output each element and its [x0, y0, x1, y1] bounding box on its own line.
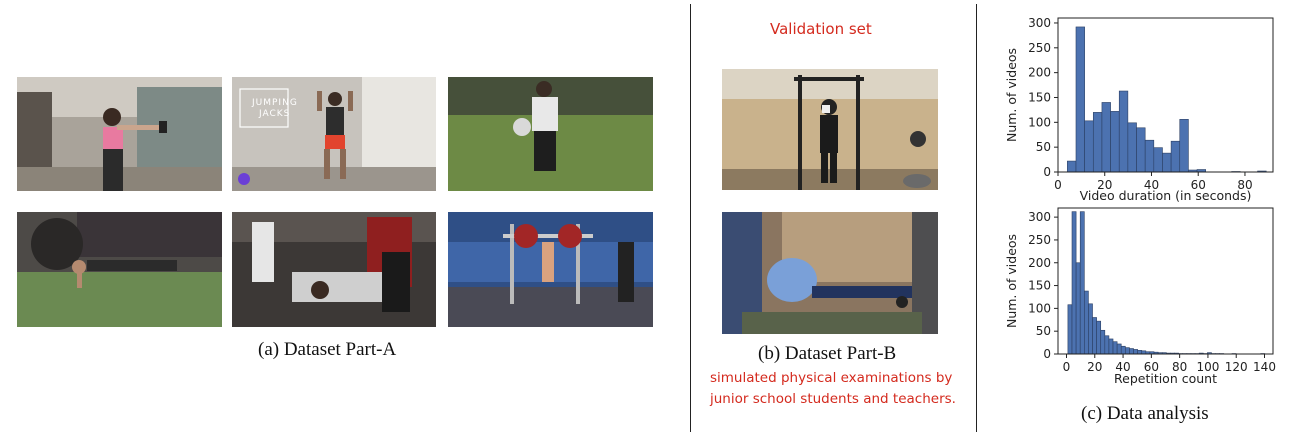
- repetition-histogram: 0 20 40 60 80 100 120 140 0 50 100 150 200 250 300 Repe…: [990, 202, 1290, 400]
- duration-histogram: 0 20 40 60 80 0 50 100 150 200 250 300 Video duratio…: [990, 6, 1290, 206]
- histogram-bar: [1071, 211, 1077, 355]
- histogram-bar: [1179, 119, 1189, 173]
- repetition-histogram-svg: 0 20 40 60 80 100 120 140050100150200250300Repe…: [1004, 207, 1276, 386]
- part-a-caption: (a) Dataset Part-A: [258, 339, 397, 360]
- y-tick-label: 100: [1028, 301, 1051, 315]
- histogram-bar: [1110, 111, 1120, 173]
- duration-histogram-svg: 0 20 40 60 80050100150200250300Video duratio…: [1004, 16, 1274, 203]
- y-tick-label: 300: [1028, 16, 1051, 30]
- histogram-bar: [1067, 160, 1077, 173]
- histogram-bar: [1075, 26, 1085, 173]
- x-tick-label: 120: [1225, 360, 1248, 374]
- photo-medicine-ball: [448, 77, 653, 191]
- histogram-bar: [1127, 122, 1137, 173]
- photo-jumping-jacks: JUMPING JACKS: [232, 77, 436, 191]
- histogram-bar: [1101, 102, 1111, 173]
- photo-bench-press: [232, 212, 436, 327]
- histogram-bar: [1084, 290, 1089, 355]
- x-axis-label: Repetition count: [1114, 371, 1217, 386]
- x-tick-label: 0: [1063, 360, 1071, 374]
- histogram-bar: [1170, 140, 1181, 173]
- y-tick-label: 100: [1028, 115, 1051, 129]
- photo-weightlifting: [448, 212, 653, 327]
- x-axis-label: Video duration (in seconds): [1080, 188, 1252, 203]
- histogram-bar: [1108, 338, 1114, 355]
- part-b-caption: (b) Dataset Part-B: [758, 343, 897, 364]
- y-tick-label: 150: [1028, 90, 1051, 104]
- histogram-bar: [1153, 147, 1163, 173]
- y-tick-label: 50: [1036, 140, 1051, 154]
- y-tick-label: 200: [1028, 66, 1051, 80]
- histogram-bar: [1116, 343, 1122, 355]
- photo-dumbbell-raise: [17, 77, 222, 191]
- histogram-bar: [1118, 90, 1129, 173]
- histogram-bar: [1125, 347, 1130, 355]
- histogram-bar: [1079, 211, 1085, 355]
- y-tick-label: 50: [1036, 324, 1051, 338]
- histogram-bar: [1104, 335, 1110, 355]
- histogram-bar: [1088, 303, 1093, 355]
- histogram-bar: [1067, 304, 1073, 355]
- x-tick-label: 20: [1087, 360, 1102, 374]
- overlay-title-line1: JUMPING: [252, 98, 298, 108]
- histogram-bar: [1144, 139, 1155, 173]
- histogram-bar: [1096, 320, 1102, 355]
- part-b-note-line1: simulated physical examinations by: [710, 370, 953, 386]
- photo-sit-up: [722, 212, 938, 334]
- histogram-bar: [1084, 120, 1094, 173]
- histogram-bar: [1133, 349, 1138, 355]
- histogram-bar: [1092, 317, 1097, 355]
- part-b-note-line2: junior school students and teachers.: [710, 391, 956, 407]
- y-tick-label: 250: [1028, 41, 1051, 55]
- validation-set-header: Validation set: [770, 20, 872, 38]
- histogram-bar: [1137, 350, 1143, 355]
- histogram-bar: [1075, 262, 1081, 355]
- histogram-bar: [1120, 345, 1126, 355]
- y-tick-label: 300: [1028, 210, 1051, 224]
- y-axis-label: Num. of videos: [1004, 48, 1019, 142]
- histogram-bar: [1136, 127, 1146, 173]
- x-tick-label: 140: [1253, 360, 1276, 374]
- histogram-bar: [1092, 112, 1103, 173]
- y-tick-label: 250: [1028, 233, 1051, 247]
- photo-pull-up: [722, 69, 938, 190]
- photo-push-up: [17, 212, 222, 327]
- y-tick-label: 0: [1043, 347, 1051, 361]
- histogram-bar: [1162, 152, 1172, 173]
- y-tick-label: 200: [1028, 256, 1051, 270]
- divider-left: [690, 4, 691, 432]
- y-axis-label: Num. of videos: [1004, 234, 1019, 328]
- overlay-title-line2: JACKS: [259, 109, 291, 119]
- part-c-caption: (c) Data analysis: [1081, 403, 1209, 424]
- y-tick-label: 150: [1028, 279, 1051, 293]
- y-tick-label: 0: [1043, 165, 1051, 179]
- x-tick-label: 0: [1054, 178, 1062, 192]
- divider-right: [976, 4, 977, 432]
- histogram-bar: [1112, 341, 1118, 355]
- histogram-bar: [1100, 329, 1106, 355]
- histogram-bar: [1129, 348, 1134, 355]
